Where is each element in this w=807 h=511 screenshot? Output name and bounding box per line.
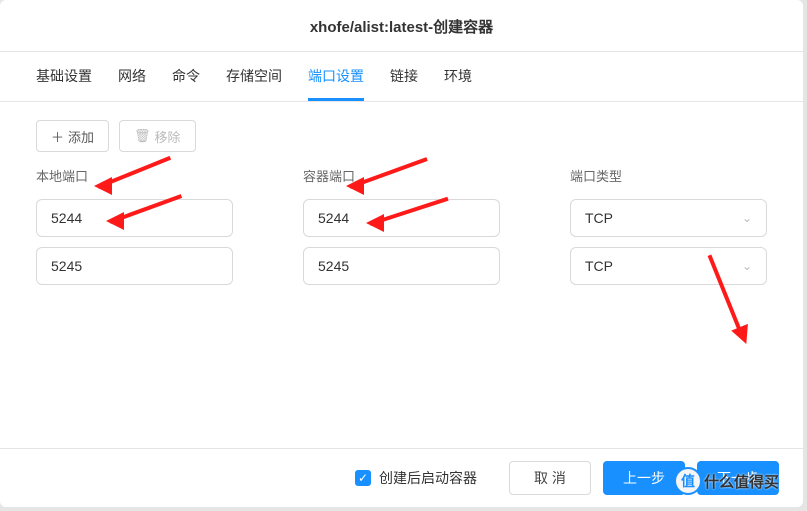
table-row [303,247,500,285]
container-port-header: 容器端口 [303,166,500,185]
tab-env[interactable]: 环境 [444,52,472,101]
watermark: 值 什么值得买 [674,467,779,495]
table-row [36,199,233,237]
table-row [36,247,233,285]
chevron-down-icon: ⌄ [742,259,752,273]
chevron-down-icon: ⌄ [742,211,752,225]
trash-icon: 🗑 [134,128,151,144]
table-row [303,199,500,237]
check-icon: ✓ [355,470,371,486]
watermark-badge: 值 [674,467,702,495]
tab-basic[interactable]: 基础设置 [36,52,92,101]
watermark-text: 什么值得买 [704,471,779,492]
local-port-input[interactable] [36,199,233,237]
tab-network[interactable]: 网络 [118,52,146,101]
tab-storage[interactable]: 存储空间 [226,52,282,101]
container-port-input[interactable] [303,247,500,285]
remove-label: 移除 [155,127,181,146]
col-type: 端口类型 TCP ⌄ TCP ⌄ [570,166,767,448]
tab-ports[interactable]: 端口设置 [308,52,364,101]
port-table: 本地端口 容器端口 端口类型 TCP ⌄ [0,166,803,448]
table-row: TCP ⌄ [570,199,767,237]
select-value: TCP [585,210,613,226]
tabs: 基础设置 网络 命令 存储空间 端口设置 链接 环境 [0,52,803,102]
local-port-input[interactable] [36,247,233,285]
port-type-header: 端口类型 [570,166,767,185]
port-type-select[interactable]: TCP ⌄ [570,247,767,285]
tab-command[interactable]: 命令 [172,52,200,101]
local-port-header: 本地端口 [36,166,233,185]
dialog-title: xhofe/alist:latest-创建容器 [0,0,803,52]
add-label: 添加 [68,127,94,146]
plus-icon: ＋ [51,127,64,146]
remove-button[interactable]: 🗑 移除 [119,120,196,152]
toolbar: ＋ 添加 🗑 移除 [0,102,803,166]
create-container-dialog: xhofe/alist:latest-创建容器 基础设置 网络 命令 存储空间 … [0,0,803,507]
container-port-input[interactable] [303,199,500,237]
col-container: 容器端口 [303,166,500,448]
prev-button[interactable]: 上一步 [603,461,685,495]
add-button[interactable]: ＋ 添加 [36,120,109,152]
select-value: TCP [585,258,613,274]
cancel-button[interactable]: 取 消 [509,461,591,495]
table-row: TCP ⌄ [570,247,767,285]
port-type-select[interactable]: TCP ⌄ [570,199,767,237]
col-local: 本地端口 [36,166,233,448]
start-after-create-checkbox[interactable]: ✓ 创建后启动容器 [355,468,477,488]
checkbox-label: 创建后启动容器 [379,468,477,488]
tab-links[interactable]: 链接 [390,52,418,101]
